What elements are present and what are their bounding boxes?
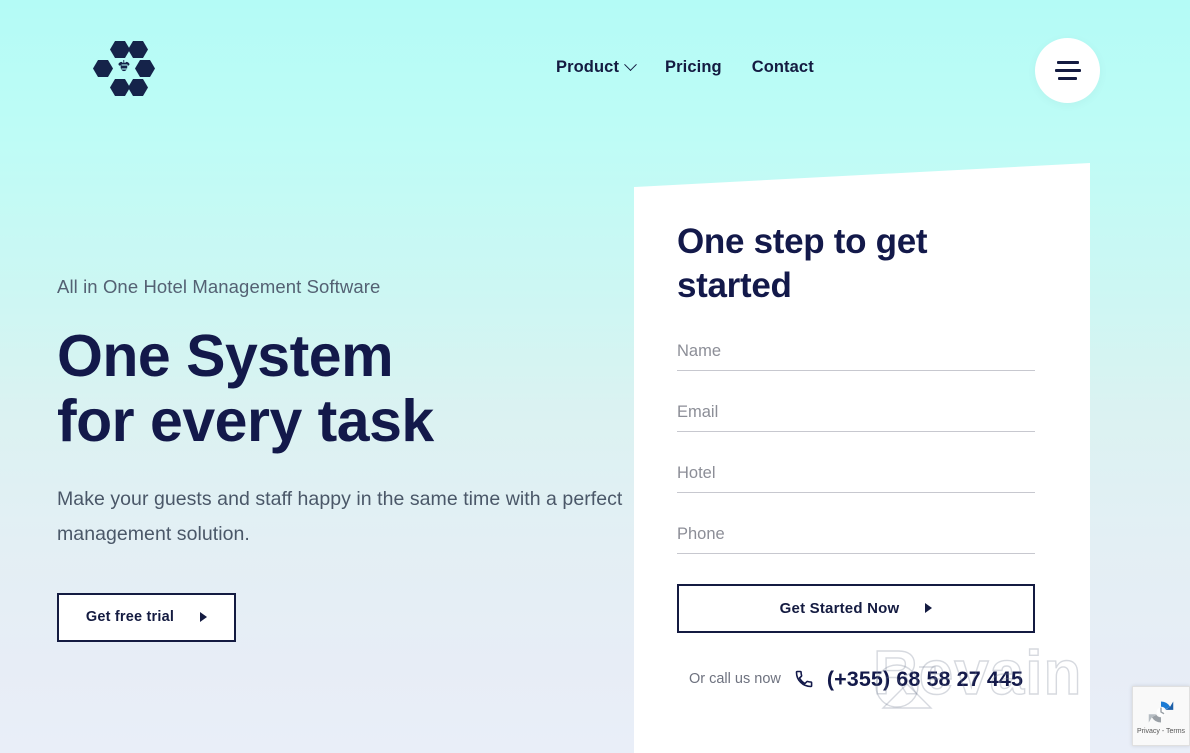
hamburger-icon-bar-bottom [1058, 77, 1077, 80]
brand-logo[interactable] [93, 40, 155, 100]
get-started-now-label: Get Started Now [779, 599, 900, 617]
hero-subtext: Make your guests and staff happy in the … [57, 487, 623, 546]
nav-label-pricing: Pricing [665, 58, 722, 76]
call-us-label: Or call us now [688, 671, 781, 687]
page-title: One System for every task [57, 324, 677, 454]
field-email [677, 400, 1035, 432]
nav-item-product[interactable]: Product [556, 58, 637, 77]
phone-number[interactable]: (+355) 68 58 27 445 [827, 667, 1023, 692]
phone-handset-icon [795, 670, 813, 688]
recaptcha-text: Privacy - Terms [1136, 727, 1186, 735]
play-triangle-icon [200, 612, 208, 623]
field-hotel [677, 461, 1035, 493]
nav-label-product: Product [556, 58, 620, 76]
hotel-input[interactable] [677, 461, 1035, 493]
name-input[interactable] [677, 339, 1035, 371]
phone-input[interactable] [677, 522, 1035, 554]
main-navigation: Product Pricing Contact [556, 58, 814, 77]
field-name [677, 339, 1035, 371]
call-us-row: Or call us now (+355) 68 58 27 445 [677, 667, 1035, 692]
nav-item-pricing[interactable]: Pricing [665, 58, 722, 77]
hamburger-icon-bar-top [1056, 61, 1079, 64]
nav-label-contact: Contact [751, 58, 814, 76]
form-title: One step to get started [677, 222, 928, 305]
headline-line-2: for every task [57, 387, 434, 454]
hero-section: All in One Hotel Management Software One… [57, 276, 677, 642]
email-input[interactable] [677, 400, 1035, 432]
recaptcha-icon [1148, 701, 1174, 722]
get-free-trial-label: Get free trial [85, 609, 175, 626]
signup-form-card: One step to get started Get Started Now … [634, 163, 1090, 753]
hamburger-menu-button[interactable] [1035, 38, 1100, 103]
hero-eyebrow: All in One Hotel Management Software [57, 276, 381, 297]
hamburger-icon-bar-middle [1054, 69, 1081, 72]
get-free-trial-button[interactable]: Get free trial [57, 592, 236, 642]
recaptcha-badge[interactable]: Privacy - Terms [1132, 686, 1190, 746]
headline-line-1: One System [57, 323, 394, 389]
nav-item-contact[interactable]: Contact [752, 58, 814, 77]
site-header: Product Pricing Contact [0, 0, 1190, 140]
field-phone [677, 522, 1035, 554]
play-triangle-icon [925, 603, 933, 613]
chevron-down-icon [624, 58, 637, 72]
get-started-now-button[interactable]: Get Started Now [677, 583, 1035, 633]
honeycomb-bee-icon [93, 41, 155, 96]
